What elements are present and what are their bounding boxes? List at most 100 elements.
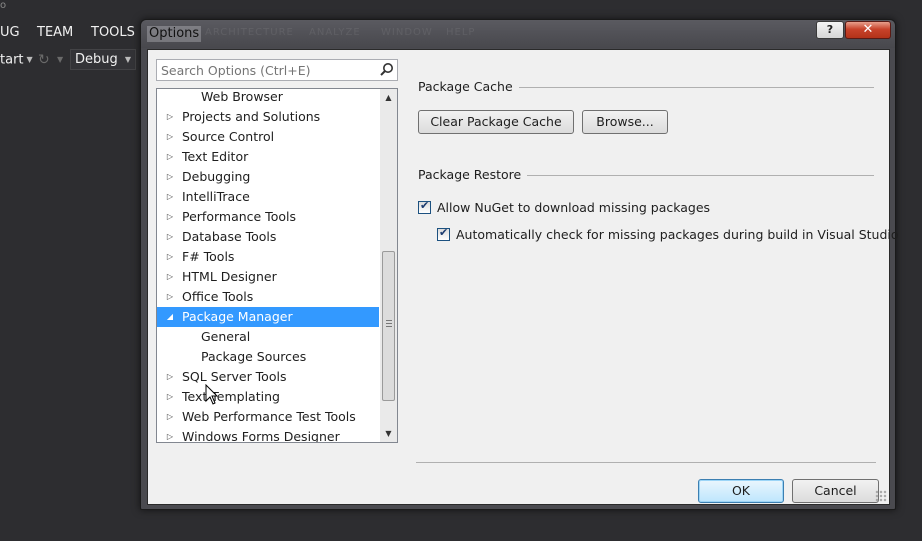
tree-item-debugging[interactable]: ▷ Debugging (157, 167, 379, 187)
vs-menu-team[interactable]: TEAM (37, 22, 73, 44)
auto-check-missing-label[interactable]: Automatically check for missing packages… (456, 227, 899, 243)
expand-arrow-icon[interactable]: ▷ (165, 167, 175, 187)
expand-arrow-icon[interactable]: ▷ (165, 147, 175, 167)
expand-arrow-icon[interactable]: ▷ (165, 127, 175, 147)
title-bar[interactable]: Options ARCHITECTURE ANALYZE WINDOW HELP… (141, 20, 895, 48)
chevron-down-icon: ▼ (124, 55, 131, 64)
vs-menubar: UG TEAM TOOLS (0, 22, 145, 44)
tree-item-html-designer[interactable]: ▷ HTML Designer (157, 267, 379, 287)
tree-item-text-editor[interactable]: ▷ Text Editor (157, 147, 379, 167)
tree-scrollbar[interactable]: ▲ ▼ (380, 89, 397, 442)
search-options-box[interactable] (156, 59, 398, 81)
tree-item-projects-and-solutions[interactable]: ▷ Projects and Solutions (157, 107, 379, 127)
clear-package-cache-button[interactable]: Clear Package Cache (418, 110, 574, 134)
ghost-menu-help: HELP (446, 27, 476, 38)
expand-arrow-icon[interactable]: ▷ (165, 207, 175, 227)
dropdown-arrow-icon[interactable]: ▼ (27, 55, 33, 64)
options-dialog: Options ARCHITECTURE ANALYZE WINDOW HELP… (140, 19, 899, 510)
tree-item-performance-tools[interactable]: ▷ Performance Tools (157, 207, 379, 227)
expand-arrow-icon[interactable]: ▷ (165, 367, 175, 387)
tree-item-label: Package Manager (182, 309, 293, 324)
package-cache-header: Package Cache (418, 79, 519, 94)
vs-start-button[interactable]: tart ▼ (0, 50, 33, 71)
options-tree[interactable]: Web Browser ▷ Projects and Solutions ▷ Sourc… (156, 88, 398, 443)
scroll-up-icon[interactable]: ▲ (380, 89, 397, 106)
expand-arrow-icon[interactable]: ▷ (165, 107, 175, 127)
tree-items: Web Browser ▷ Projects and Solutions ▷ Sourc… (157, 89, 379, 443)
tree-item-label: Package Sources (201, 349, 307, 364)
tree-item-label: Web Performance Test Tools (182, 409, 356, 424)
tree-item-package-manager[interactable]: ◢ Package Manager (157, 307, 379, 327)
tree-item-text-templating[interactable]: ▷ Text Templating (157, 387, 379, 407)
search-input[interactable] (157, 60, 377, 80)
package-restore-group: Package Restore (418, 167, 874, 185)
scroll-down-icon[interactable]: ▼ (380, 425, 397, 442)
tree-item-web-browser[interactable]: Web Browser (157, 89, 379, 107)
tree-item-label: HTML Designer (182, 269, 277, 284)
tree-item-package-sources[interactable]: Package Sources (157, 347, 379, 367)
help-button[interactable]: ? (816, 21, 844, 39)
vs-start-label: tart (0, 52, 24, 68)
cancel-button[interactable]: Cancel (792, 479, 879, 503)
tree-item-label: Projects and Solutions (182, 109, 321, 124)
expand-arrow-icon[interactable]: ▷ (165, 287, 175, 307)
package-cache-group: Package Cache (418, 79, 874, 97)
resize-grip-icon[interactable] (875, 490, 887, 502)
ok-button[interactable]: OK (698, 479, 784, 503)
auto-check-missing-checkbox[interactable]: ✔ Automatically check for missing packag… (437, 226, 899, 243)
tree-item-label: F# Tools (182, 249, 235, 264)
mouse-cursor-icon (205, 384, 219, 405)
scrollbar-thumb[interactable] (382, 251, 395, 401)
checkmark-icon: ✔ (439, 226, 449, 239)
tree-item-web-performance-test-tools[interactable]: ▷ Web Performance Test Tools (157, 407, 379, 427)
tree-item-label: Text Templating (182, 389, 280, 404)
tree-item-label: Debugging (182, 169, 251, 184)
tree-item-database-tools[interactable]: ▷ Database Tools (157, 227, 379, 247)
vs-menu-debug[interactable]: UG (0, 22, 20, 44)
tree-item-label: IntelliTrace (182, 189, 250, 204)
tree-item-f-tools[interactable]: ▷ F# Tools (157, 247, 379, 267)
expand-arrow-icon[interactable]: ▷ (165, 427, 175, 442)
tree-item-windows-forms-designer[interactable]: ▷ Windows Forms Designer (157, 427, 379, 443)
tree-item-label: Web Browser (201, 89, 283, 104)
dialog-client-area: Web Browser ▷ Projects and Solutions ▷ Sourc… (147, 49, 899, 505)
tree-item-general[interactable]: General (157, 327, 379, 347)
solution-config-value: Debug (75, 52, 118, 67)
dialog-title: Options (147, 26, 202, 42)
refresh-icon[interactable]: ↻ (38, 50, 50, 70)
tree-item-office-tools[interactable]: ▷ Office Tools (157, 287, 379, 307)
dropdown-arrow-icon[interactable]: ▼ (57, 50, 63, 70)
tree-item-label: Performance Tools (182, 209, 296, 224)
checkbox-box[interactable]: ✔ (437, 226, 450, 241)
grip-icon (386, 320, 392, 327)
tree-item-label: General (201, 329, 251, 344)
tree-item-label: Source Control (182, 129, 275, 144)
tree-item-label: Windows Forms Designer (182, 429, 340, 443)
allow-nuget-download-checkbox[interactable]: ✔ Allow NuGet to download missing packag… (418, 199, 718, 216)
solution-config-select[interactable]: Debug ▼ (70, 49, 136, 70)
allow-nuget-download-label[interactable]: Allow NuGet to download missing packages (437, 200, 710, 216)
collapse-arrow-icon[interactable]: ◢ (165, 307, 175, 327)
package-restore-header: Package Restore (418, 167, 528, 182)
close-button[interactable]: ✕ (845, 21, 891, 39)
search-icon[interactable] (378, 61, 396, 79)
tree-item-intellitrace[interactable]: ▷ IntelliTrace (157, 187, 379, 207)
tree-item-label: SQL Server Tools (182, 369, 287, 384)
expand-arrow-icon[interactable]: ▷ (165, 267, 175, 287)
ghost-menu-architecture: ARCHITECTURE (205, 27, 294, 38)
tree-item-source-control[interactable]: ▷ Source Control (157, 127, 379, 147)
checkmark-icon: ✔ (420, 199, 430, 212)
checkbox-box[interactable]: ✔ (418, 199, 431, 214)
expand-arrow-icon[interactable]: ▷ (165, 227, 175, 247)
footer-divider (416, 462, 876, 463)
vs-menu-tools[interactable]: TOOLS (91, 22, 135, 44)
expand-arrow-icon[interactable]: ▷ (165, 407, 175, 427)
tree-item-sql-server-tools[interactable]: ▷ SQL Server Tools (157, 367, 379, 387)
expand-arrow-icon[interactable]: ▷ (165, 387, 175, 407)
tree-item-label: Text Editor (182, 149, 249, 164)
tree-item-label: Office Tools (182, 289, 254, 304)
expand-arrow-icon[interactable]: ▷ (165, 187, 175, 207)
browse-button[interactable]: Browse... (582, 110, 668, 134)
expand-arrow-icon[interactable]: ▷ (165, 247, 175, 267)
vs-corner-text: o (0, 0, 7, 11)
